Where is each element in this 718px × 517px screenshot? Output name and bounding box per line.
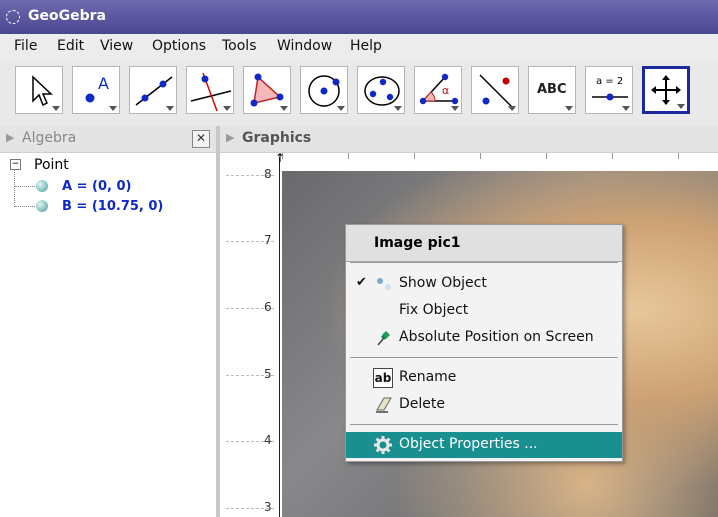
polygon-tool[interactable] xyxy=(243,66,291,114)
menu-item-rename[interactable]: ab Rename xyxy=(346,365,622,391)
graphics-title: Graphics xyxy=(242,130,312,146)
algebra-item-b: B = (10.75, 0) xyxy=(62,199,164,214)
menu-options[interactable]: Options xyxy=(152,38,206,54)
y-tick-3: 3 xyxy=(264,500,272,514)
checkmark-icon: ✔ xyxy=(356,275,367,290)
y-tick-8: 8 xyxy=(264,167,272,181)
window-title: GeoGebra xyxy=(28,8,106,24)
y-tick-5: 5 xyxy=(264,367,272,381)
algebra-item-a: A = (0, 0) xyxy=(62,179,132,194)
circle-tool[interactable] xyxy=(300,66,348,114)
text-icon: ABC xyxy=(537,82,567,97)
y-axis-arrow-icon: ↑ xyxy=(275,153,286,165)
text-tool[interactable]: ABC xyxy=(528,66,576,114)
perpendicular-line-tool[interactable] xyxy=(186,66,234,114)
menu-edit[interactable]: Edit xyxy=(57,38,84,54)
close-icon[interactable]: ✕ xyxy=(192,130,210,148)
visibility-toggle-icon[interactable] xyxy=(36,180,48,192)
algebra-group-point: Point xyxy=(34,157,69,173)
new-point-tool[interactable]: A xyxy=(72,66,120,114)
slider-tool[interactable]: a = 2 xyxy=(585,66,633,114)
menu-item-show-object[interactable]: ✔ Show Object xyxy=(346,271,622,297)
pin-icon xyxy=(377,331,390,346)
menu-item-delete[interactable]: Delete xyxy=(346,392,622,418)
move-tool[interactable] xyxy=(15,66,63,114)
algebra-view: − Point A = (0, 0) B = (10.75, 0) xyxy=(0,153,216,517)
y-tick-6: 6 xyxy=(264,300,272,314)
title-bar: GeoGebra xyxy=(0,0,718,34)
algebra-title: Algebra xyxy=(22,130,77,146)
line-tool[interactable] xyxy=(129,66,177,114)
conic-tool[interactable] xyxy=(357,66,405,114)
graphics-panel-header: ▶ Graphics xyxy=(220,126,718,153)
context-menu-header: Image pic1 xyxy=(346,225,622,262)
menu-window[interactable]: Window xyxy=(277,38,332,54)
menu-item-absolute-position[interactable]: Absolute Position on Screen xyxy=(346,325,622,351)
eraser-icon xyxy=(376,397,392,413)
angle-tool[interactable]: α xyxy=(414,66,462,114)
geogebra-logo-icon xyxy=(6,10,20,24)
menu-item-object-properties[interactable]: Object Properties ... xyxy=(346,432,622,458)
context-menu: Image pic1 ✔ Show Object Fix Object Abso… xyxy=(345,224,623,462)
menu-item-fix-object[interactable]: Fix Object xyxy=(346,298,622,324)
collapse-arrow-icon[interactable]: ▶ xyxy=(6,131,14,144)
menu-bar: File Edit View Options Tools Window Help xyxy=(0,34,718,60)
menu-file[interactable]: File xyxy=(14,38,37,54)
visibility-toggle-icon[interactable] xyxy=(36,200,48,212)
context-menu-title: Image pic1 xyxy=(374,235,461,251)
algebra-panel-header: ▶ Algebra ✕ xyxy=(0,126,216,153)
point-tool-label: A xyxy=(98,74,109,93)
collapse-arrow-icon[interactable]: ▶ xyxy=(226,131,234,144)
menu-help[interactable]: Help xyxy=(350,38,382,54)
menu-view[interactable]: View xyxy=(100,38,133,54)
toolbar: A α ABC a = 2 xyxy=(0,60,718,127)
move-graphics-view-tool[interactable] xyxy=(642,66,690,114)
rename-icon: ab xyxy=(373,368,393,388)
y-axis xyxy=(279,157,280,517)
y-tick-7: 7 xyxy=(264,233,272,247)
y-tick-4: 4 xyxy=(264,433,272,447)
angle-tool-label: α xyxy=(442,84,450,97)
menu-tools[interactable]: Tools xyxy=(222,38,257,54)
show-object-icon xyxy=(377,278,391,290)
reflect-tool[interactable] xyxy=(471,66,519,114)
gear-icon xyxy=(374,436,392,454)
